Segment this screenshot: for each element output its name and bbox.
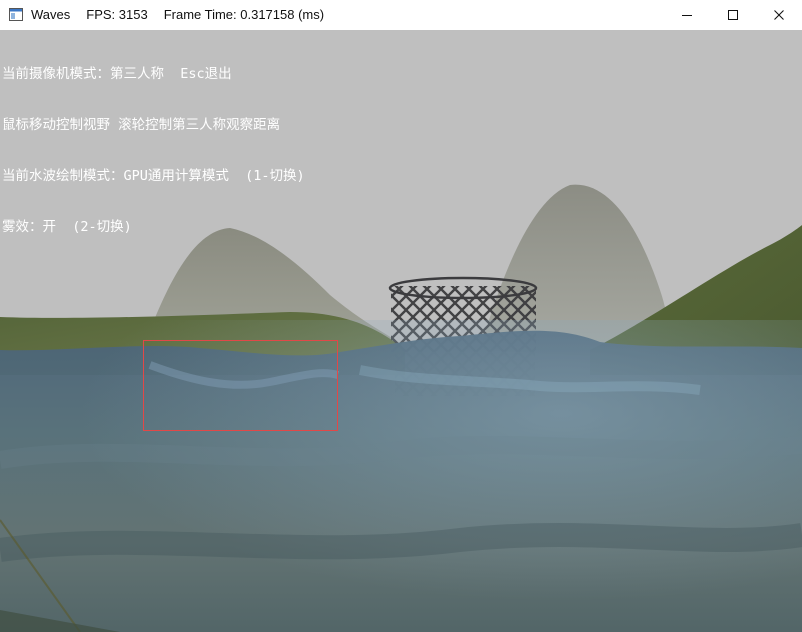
app-icon — [9, 8, 23, 21]
overlay-line-fog: 雾效：开 (2-切换) — [2, 219, 132, 235]
maximize-icon — [728, 10, 738, 20]
overlay-line-camera-mode: 当前摄像机模式：第三人称 Esc退出 — [2, 66, 232, 82]
app-window: Waves FPS: 3153 Frame Time: 0.317158 (ms) — [0, 0, 802, 632]
frame-time-readout: Frame Time: 0.317158 (ms) — [163, 7, 325, 22]
selection-box — [143, 340, 338, 431]
render-viewport[interactable]: 当前摄像机模式：第三人称 Esc退出 鼠标移动控制视野 滚轮控制第三人称观察距离… — [0, 30, 802, 632]
close-icon — [774, 10, 784, 20]
maximize-button[interactable] — [710, 0, 756, 30]
fps-readout: FPS: 3153 — [86, 7, 148, 22]
overlay-line-wave-mode: 当前水波绘制模式：GPU通用计算模式 (1-切换) — [2, 168, 305, 184]
close-button[interactable] — [756, 0, 802, 30]
info-overlay: 当前摄像机模式：第三人称 Esc退出 鼠标移动控制视野 滚轮控制第三人称观察距离… — [2, 32, 305, 270]
window-title: Waves FPS: 3153 Frame Time: 0.317158 (ms) — [31, 7, 340, 22]
minimize-button[interactable] — [664, 0, 710, 30]
title-bar[interactable]: Waves FPS: 3153 Frame Time: 0.317158 (ms) — [0, 0, 802, 30]
minimize-icon — [682, 15, 692, 16]
overlay-line-mouse-hint: 鼠标移动控制视野 滚轮控制第三人称观察距离 — [2, 117, 281, 133]
app-title: Waves — [31, 7, 71, 22]
